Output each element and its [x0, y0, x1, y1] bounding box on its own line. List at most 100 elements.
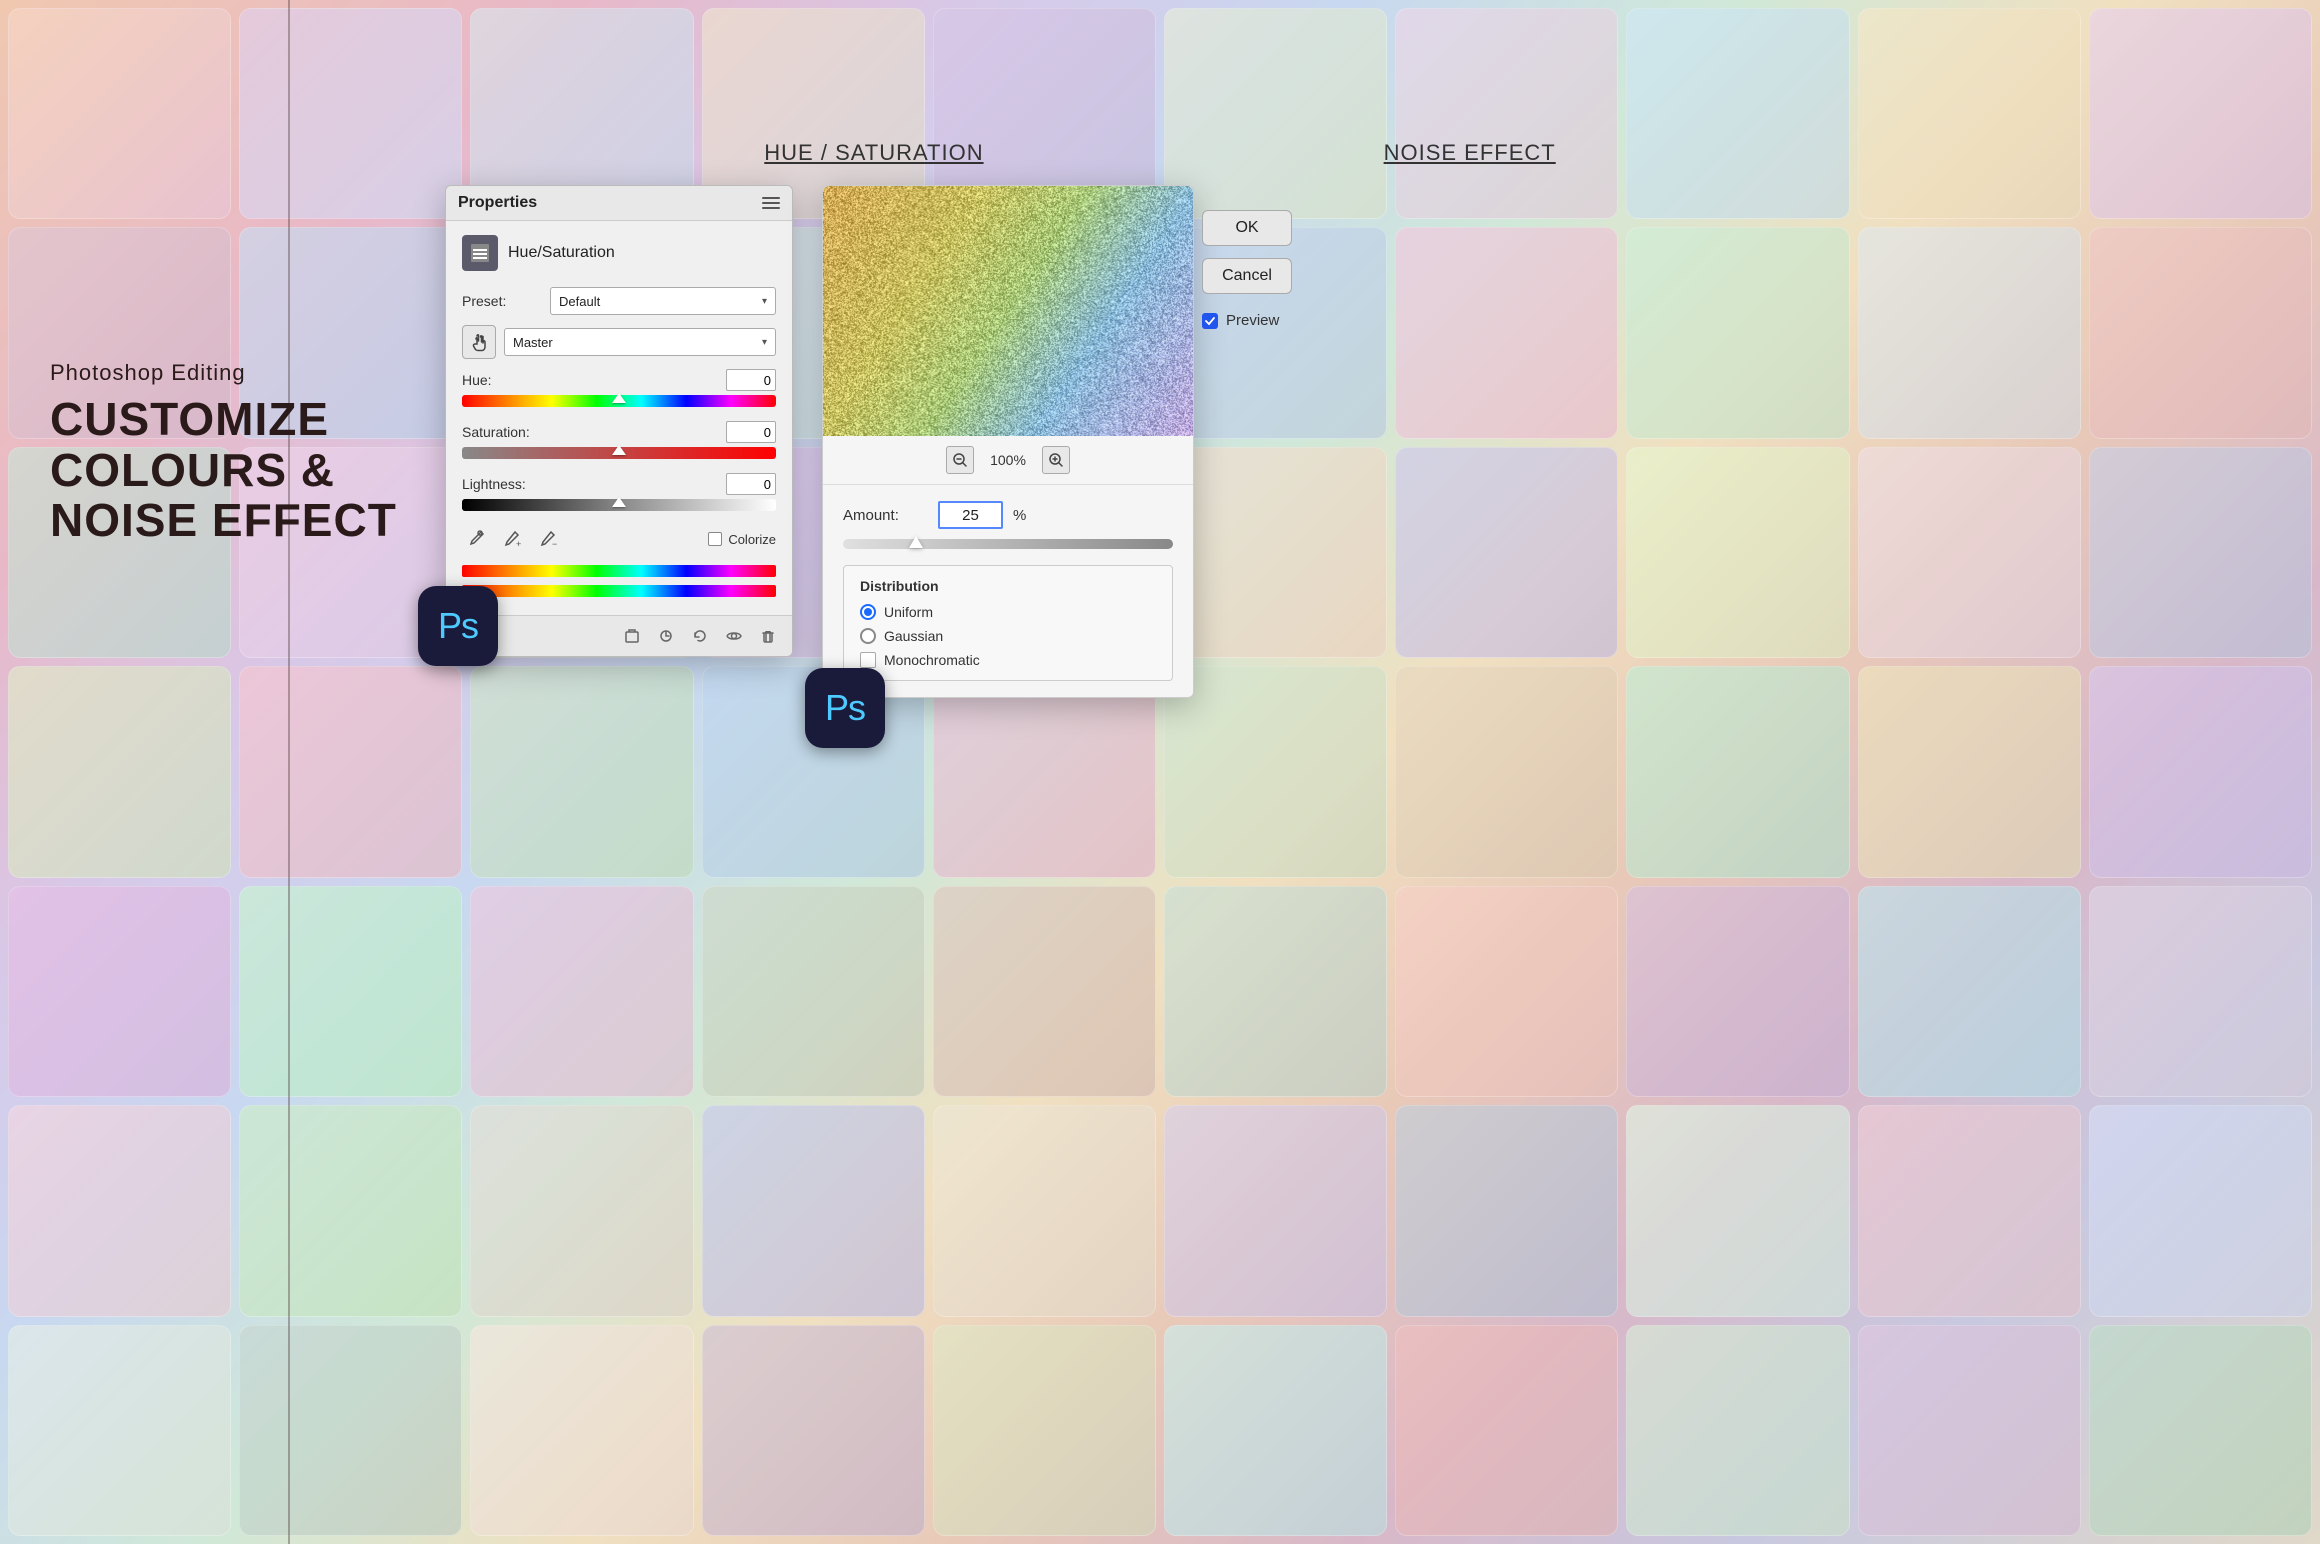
panel-menu-button[interactable]: [762, 197, 780, 209]
lightness-slider-row: Lightness: 0: [462, 473, 776, 511]
noise-slider-thumb[interactable]: [909, 536, 923, 552]
cancel-button[interactable]: Cancel: [1202, 258, 1292, 294]
monochromatic-label: Monochromatic: [884, 652, 980, 668]
output-color-bar: [462, 585, 776, 597]
colorize-checkbox[interactable]: [708, 532, 722, 546]
noise-panel: 100% Amount: 25 % Distribution: [822, 185, 1194, 698]
noise-effect-label: NOISE EFFECT: [1384, 140, 1556, 166]
tile: [1395, 886, 1618, 1097]
tile: [8, 1105, 231, 1316]
tile: [239, 666, 462, 877]
tile: [1164, 447, 1387, 658]
colorize-row: Colorize: [708, 532, 776, 547]
hue-track[interactable]: [462, 395, 776, 407]
tile: [8, 666, 231, 877]
zoom-in-button[interactable]: [1042, 446, 1070, 474]
input-color-bar: [462, 565, 776, 577]
panel-body: Hue/Saturation Preset: Default ▾ Master …: [446, 221, 792, 615]
saturation-thumb[interactable]: [612, 445, 626, 461]
tile: [1395, 666, 1618, 877]
eyedropper-subtract-button[interactable]: −: [534, 525, 562, 553]
ps-badge-text-right: Ps: [825, 687, 865, 729]
tile: [1395, 447, 1618, 658]
preview-row: Preview: [1202, 312, 1292, 329]
noise-body: Amount: 25 % Distribution Uniform Gaussi…: [823, 485, 1193, 697]
monochromatic-checkbox[interactable]: [860, 652, 876, 668]
uniform-label: Uniform: [884, 604, 933, 620]
hand-tool-icon[interactable]: [462, 325, 496, 359]
tile: [470, 666, 693, 877]
saturation-track[interactable]: [462, 447, 776, 459]
panel-header-label: Hue/Saturation: [508, 244, 615, 262]
tile: [1626, 1105, 1849, 1316]
preview-checkbox[interactable]: [1202, 313, 1218, 329]
noise-canvas: [823, 186, 1193, 436]
main-title: CUSTOMIZE COLOURS & NOISE EFFECT: [50, 394, 397, 546]
tile: [1164, 8, 1387, 219]
eyedropper-row: + − Colorize: [462, 525, 776, 553]
hue-thumb[interactable]: [612, 393, 626, 409]
lightness-track[interactable]: [462, 499, 776, 511]
reset-icon[interactable]: [688, 624, 712, 648]
uniform-radio[interactable]: [860, 604, 876, 620]
tile: [239, 886, 462, 1097]
ok-button[interactable]: OK: [1202, 210, 1292, 246]
tile: [2089, 1325, 2312, 1536]
distribution-section: Distribution Uniform Gaussian Monochroma…: [843, 565, 1173, 681]
tile: [1395, 227, 1618, 438]
zoom-bar: 100%: [823, 436, 1193, 485]
amount-input[interactable]: 25: [938, 501, 1003, 529]
tile: [1858, 886, 2081, 1097]
lightness-thumb[interactable]: [612, 497, 626, 513]
svg-text:+: +: [516, 539, 521, 549]
tile: [1858, 447, 2081, 658]
zoom-out-button[interactable]: [946, 446, 974, 474]
preset-select[interactable]: Default ▾: [550, 287, 776, 315]
saturation-slider-row: Saturation: 0: [462, 421, 776, 459]
channel-select[interactable]: Master ▾: [504, 328, 776, 356]
color-bars-section: [462, 565, 776, 597]
tile: [2089, 1105, 2312, 1316]
visibility-history-icon[interactable]: [654, 624, 678, 648]
tile: [1164, 886, 1387, 1097]
left-text-area: Photoshop Editing CUSTOMIZE COLOURS & NO…: [50, 360, 397, 546]
tile: [470, 1105, 693, 1316]
photoshop-badge-right: Ps: [805, 668, 885, 748]
tile: [1164, 1105, 1387, 1316]
noise-amount-slider[interactable]: [843, 539, 1173, 549]
preset-value: Default: [559, 294, 600, 309]
tile: [239, 1105, 462, 1316]
channel-row: Master ▾: [462, 325, 776, 359]
amount-unit: %: [1013, 507, 1026, 524]
eye-visibility-icon[interactable]: [722, 624, 746, 648]
monochromatic-row: Monochromatic: [860, 652, 1156, 668]
svg-text:−: −: [552, 539, 557, 549]
tile: [1395, 1325, 1618, 1536]
hue-value[interactable]: 0: [726, 369, 776, 391]
title-line2: COLOURS &: [50, 445, 397, 496]
tile: [2089, 8, 2312, 219]
tile: [8, 8, 231, 219]
tile: [1858, 666, 2081, 877]
tile: [1395, 1105, 1618, 1316]
delete-icon[interactable]: [756, 624, 780, 648]
hue-header: Hue: 0: [462, 369, 776, 391]
gaussian-label: Gaussian: [884, 628, 943, 644]
lightness-value[interactable]: 0: [726, 473, 776, 495]
channel-value: Master: [513, 335, 553, 350]
gaussian-radio-row: Gaussian: [860, 628, 1156, 644]
eyedropper-button[interactable]: [462, 525, 490, 553]
eyedropper-add-button[interactable]: +: [498, 525, 526, 553]
distribution-title: Distribution: [860, 578, 1156, 594]
chevron-down-icon: ▾: [762, 296, 767, 307]
clip-to-layer-icon[interactable]: [620, 624, 644, 648]
title-line1: CUSTOMIZE: [50, 394, 397, 445]
tile: [470, 886, 693, 1097]
adjustment-layer-icon: [462, 235, 498, 271]
tile: [2089, 447, 2312, 658]
lightness-label: Lightness:: [462, 476, 526, 492]
title-line3: NOISE EFFECT: [50, 495, 397, 546]
preview-label: Preview: [1226, 312, 1279, 329]
saturation-value[interactable]: 0: [726, 421, 776, 443]
gaussian-radio[interactable]: [860, 628, 876, 644]
